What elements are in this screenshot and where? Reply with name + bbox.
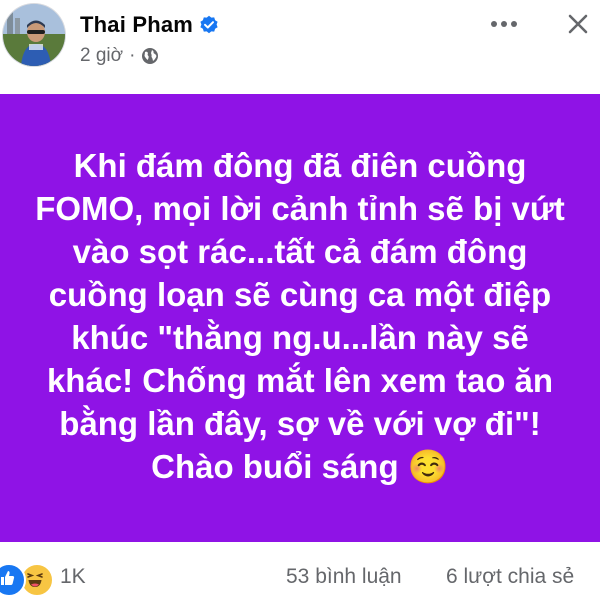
shares-count[interactable]: 6 lượt chia sẻ (446, 565, 574, 589)
post-header: Thai Pham 2 giờ · (0, 0, 600, 88)
post-text-card: Khi đám đông đã điên cuồng FOMO, mọi lời… (0, 94, 600, 542)
post-meta: 2 giờ · (80, 44, 159, 68)
verified-badge-icon (199, 15, 219, 35)
author-row: Thai Pham (80, 10, 219, 40)
globe-icon[interactable] (141, 47, 159, 65)
avatar-photo-icon (3, 4, 65, 66)
more-options-button[interactable] (486, 6, 522, 42)
author-avatar[interactable] (3, 4, 65, 66)
close-post-button[interactable] (560, 6, 596, 42)
post-text: Khi đám đông đã điên cuồng FOMO, mọi lời… (35, 147, 565, 485)
meta-separator: · (129, 45, 136, 66)
post-stats-bar: 1K 53 bình luận 6 lượt chia sẻ (0, 556, 600, 600)
author-name[interactable]: Thai Pham (80, 12, 193, 38)
comments-count[interactable]: 53 bình luận (286, 565, 402, 589)
close-icon (568, 14, 588, 34)
facebook-post: Thai Pham 2 giờ · Khi đám đông đã điên c… (0, 0, 600, 600)
reaction-icons[interactable] (0, 563, 54, 597)
more-dots-icon (491, 21, 517, 27)
post-timestamp[interactable]: 2 giờ (80, 45, 123, 67)
reaction-count[interactable]: 1K (60, 565, 86, 589)
